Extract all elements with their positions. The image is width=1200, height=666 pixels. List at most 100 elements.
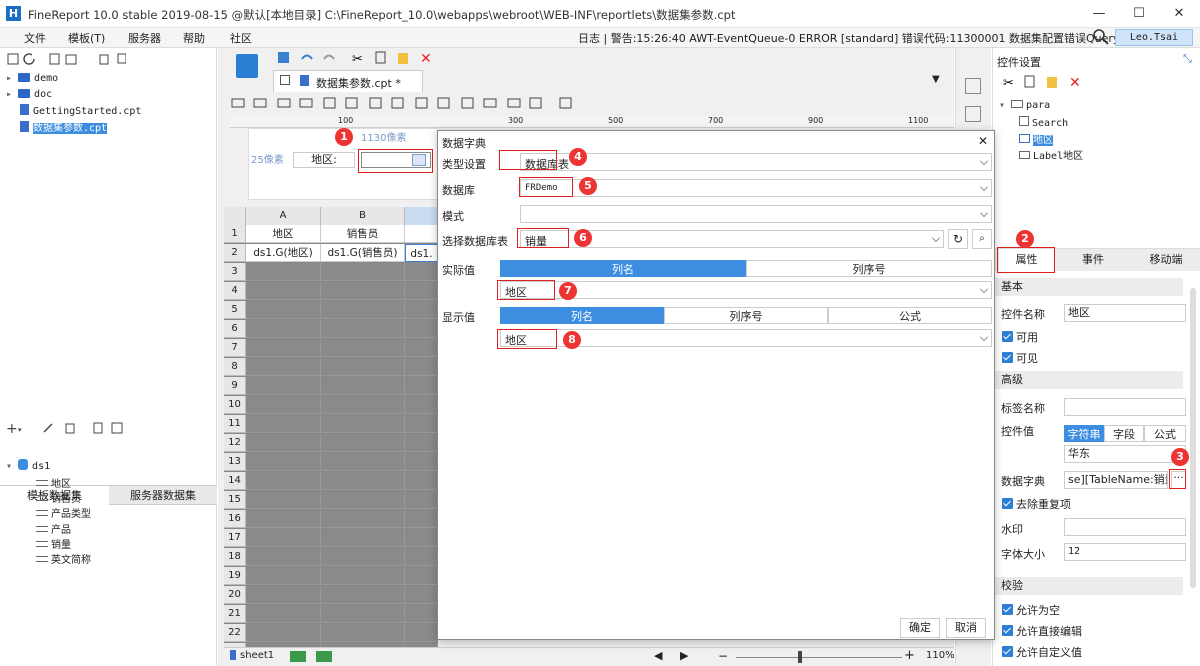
tree-item-gettingstarted[interactable]: GettingStarted.cpt	[20, 104, 141, 117]
grid-cell[interactable]	[405, 415, 438, 433]
grid-cell[interactable]	[321, 605, 405, 623]
row-header[interactable]: 21	[224, 605, 246, 623]
grid-cell[interactable]	[321, 529, 405, 547]
grid-cell[interactable]	[321, 415, 405, 433]
grid-cell[interactable]	[246, 282, 321, 300]
tree-label-area[interactable]: Label地区	[1019, 147, 1083, 162]
template-icon[interactable]	[236, 54, 258, 78]
row-header[interactable]: 20	[224, 586, 246, 604]
column-header[interactable]: B	[321, 207, 405, 225]
row-header[interactable]: 17	[224, 529, 246, 547]
tab-document[interactable]: 数据集参数.cpt *	[273, 70, 423, 92]
grid-cell[interactable]	[405, 358, 438, 376]
allow-custom-checkbox[interactable]	[1002, 646, 1013, 657]
grid-cell[interactable]: ds1.G(地区)	[246, 244, 321, 262]
section-basic[interactable]: 基本	[993, 278, 1183, 296]
nav-left-icon[interactable]: ◀	[654, 649, 662, 662]
menu-community[interactable]: 社区	[230, 30, 252, 46]
user-badge[interactable]: Leo.Tsai	[1115, 29, 1193, 46]
maximize-button[interactable]: ☐	[1128, 4, 1150, 24]
grid-cell[interactable]	[246, 510, 321, 528]
field-item[interactable]: 销量	[36, 536, 71, 551]
grid-cell[interactable]	[405, 282, 438, 300]
grid-cell[interactable]	[321, 301, 405, 319]
grid-cell[interactable]	[246, 263, 321, 281]
grid-cell[interactable]	[405, 339, 438, 357]
tree-item-demo[interactable]: ▸ demo	[6, 73, 58, 84]
grid-cell[interactable]	[321, 320, 405, 338]
section-advanced[interactable]: 高级	[993, 371, 1183, 389]
grid-cell[interactable]	[405, 605, 438, 623]
grid-cell[interactable]	[246, 453, 321, 471]
field-item[interactable]: 产品	[36, 521, 71, 536]
grid-cell[interactable]	[246, 339, 321, 357]
grid-cell[interactable]	[321, 358, 405, 376]
row-header[interactable]: 12	[224, 434, 246, 452]
zoom-thumb[interactable]	[798, 651, 802, 663]
grid-cell[interactable]: 地区	[246, 225, 321, 243]
minimize-button[interactable]: —	[1088, 4, 1110, 24]
grid-cell[interactable]	[321, 396, 405, 414]
grid-cell[interactable]	[246, 358, 321, 376]
grid-cell[interactable]	[321, 624, 405, 642]
add-sheet-icon[interactable]	[290, 651, 306, 662]
grid-cell[interactable]	[246, 567, 321, 585]
row-header[interactable]: 8	[224, 358, 246, 376]
nav-right-icon[interactable]: ▶	[680, 649, 688, 662]
visible-checkbox[interactable]	[1002, 352, 1013, 363]
sheet-tab[interactable]: sheet1	[240, 650, 274, 661]
dict-value-input[interactable]: se][TableName:销量]	[1064, 471, 1168, 489]
grid-cell[interactable]	[405, 624, 438, 642]
grid-cell[interactable]	[246, 491, 321, 509]
close-window-button[interactable]: ✕	[1168, 4, 1190, 24]
grid-cell[interactable]	[246, 396, 321, 414]
row-header[interactable]: 6	[224, 320, 246, 338]
type-select[interactable]: 数据库表	[520, 153, 992, 171]
grid-cell[interactable]	[405, 396, 438, 414]
grid-cell[interactable]	[405, 510, 438, 528]
grid-cell[interactable]	[246, 320, 321, 338]
grid-cell[interactable]	[405, 377, 438, 395]
zoom-slider[interactable]	[736, 657, 902, 658]
tree-search[interactable]: Search	[1019, 116, 1068, 129]
grid-cell[interactable]	[321, 263, 405, 281]
display-colindex-tab[interactable]: 列序号	[664, 307, 828, 324]
grid-cell[interactable]	[405, 320, 438, 338]
add-poly-sheet-icon[interactable]	[316, 651, 332, 662]
zoom-out-icon[interactable]: −	[718, 649, 728, 663]
grid-cell[interactable]	[321, 567, 405, 585]
row-header[interactable]: 4	[224, 282, 246, 300]
grid-cell[interactable]	[321, 434, 405, 452]
grid-cell[interactable]	[405, 567, 438, 585]
row-header[interactable]: 15	[224, 491, 246, 509]
row-header[interactable]: 22	[224, 624, 246, 642]
tab-events[interactable]: 事件	[1063, 249, 1123, 271]
log-status[interactable]: 日志 | 警告:15:26:40 AWT-EventQueue-0 ERROR …	[578, 30, 1156, 46]
panel-scrollbar[interactable]	[1190, 288, 1196, 588]
grid-cell[interactable]	[246, 377, 321, 395]
watermark-input[interactable]	[1064, 518, 1186, 536]
tree-para[interactable]: ▾ para	[999, 100, 1050, 111]
section-validate[interactable]: 校验	[993, 577, 1183, 595]
row-header[interactable]: 14	[224, 472, 246, 490]
grid-cell[interactable]	[246, 586, 321, 604]
field-item[interactable]: 产品类型	[36, 505, 91, 520]
ctrl-value-field[interactable]: 字段	[1104, 425, 1144, 442]
control-value-input[interactable]: 华东	[1064, 445, 1186, 463]
row-header[interactable]: 1	[224, 225, 246, 243]
tree-area[interactable]: 地区	[1019, 131, 1053, 146]
row-header[interactable]: 7	[224, 339, 246, 357]
menu-help[interactable]: 帮助	[183, 30, 205, 46]
grid-cell[interactable]: 销售员	[321, 225, 405, 243]
widget-name-input[interactable]: 地区	[1064, 304, 1186, 322]
grid-cell[interactable]: ds1.G(销售员)	[321, 244, 405, 262]
display-colname-tab[interactable]: 列名	[500, 307, 664, 324]
grid-cell[interactable]	[321, 586, 405, 604]
cancel-button[interactable]: 取消	[946, 618, 986, 638]
font-size-select[interactable]: 12	[1064, 543, 1186, 561]
row-header[interactable]: 10	[224, 396, 246, 414]
preview-table-button[interactable]: ⌕	[972, 229, 992, 249]
row-header[interactable]: 2	[224, 244, 246, 262]
grid-cell[interactable]	[246, 605, 321, 623]
tab-server-dataset[interactable]: 服务器数据集	[109, 486, 217, 505]
